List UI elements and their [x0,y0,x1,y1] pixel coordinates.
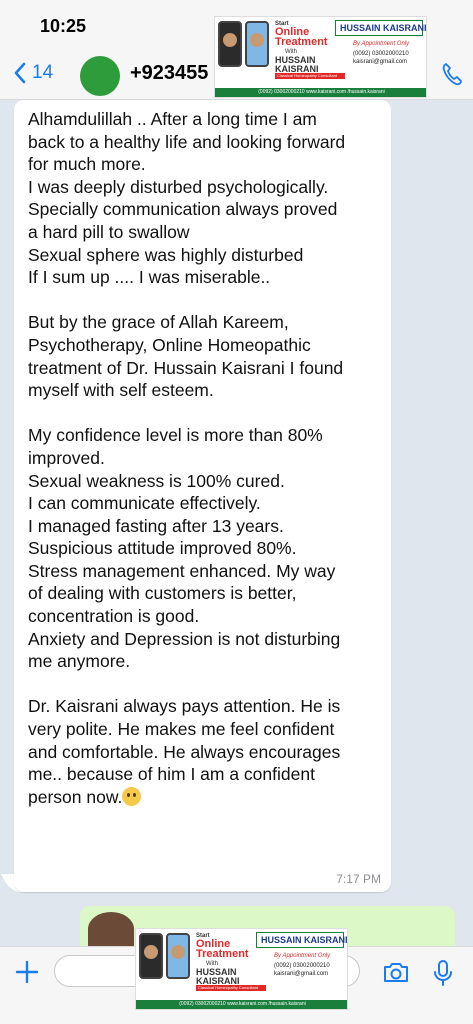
ad-email: kaisrani@gmail.com [353,59,408,65]
message-paragraph: Dr. Kaisrani always pays attention. He i… [28,695,388,808]
chevron-left-icon [14,62,26,84]
ad-online-treatment: Online Treatment [275,26,328,48]
message-line: improved. [28,447,105,468]
message-line: of dealing with customers is better, [28,583,297,604]
smiley-emoji-icon [122,786,142,806]
message-line: a hard pill to swallow [28,221,190,242]
message-line: I managed fasting after 13 years. [28,515,284,536]
ad-phone: (0092) 03002000210 [274,963,330,969]
message-paragraph: But by the grace of Allah Kareem, Psychot… [28,311,388,401]
message-line: myself with self esteem. [28,380,214,401]
camera-icon[interactable] [382,961,410,988]
ad-brand-box: HUSSAIN KAISRANI [256,932,347,948]
ad-online-treatment: Online Treatment [196,938,249,960]
ad-brand: HUSSAIN KAISRANI [340,23,427,33]
message-line: My confidence level is more than 80% [28,425,323,446]
image-thumbnail[interactable] [88,912,134,946]
message-line: treatment of Dr. Hussain Kaisrani I foun… [28,357,344,378]
status-time: 10:25 [40,16,87,36]
phone-image [139,933,163,979]
ad-banner-top: Start Online Treatment With HUSSAIN KAIS… [214,16,427,98]
message-line: concentration is good. [28,606,200,627]
message-line: me.. because of him I am a confident [28,764,315,785]
message-line: Specially communication always proved [28,199,338,220]
message-line: Anxiety and Depression is not disturbing [28,628,341,649]
message-line: person now. [28,786,388,809]
message-line: Sexual sphere was highly disturbed [28,244,304,265]
message-line: I can communicate effectively. [28,493,261,514]
unread-count: 14 [32,62,54,83]
message-line: Stress management enhanced. My way [28,560,336,581]
message-line: But by the grace of Allah Kareem, [28,312,289,333]
ad-classical: Classical Homeopathy Consultant [275,73,345,79]
message-paragraph: My confidence level is more than 80% impr… [28,424,388,673]
ad-email: kaisrani@gmail.com [274,971,329,977]
phone-image [218,21,242,67]
message-line: Suspicious attitude improved 80%. [28,538,297,559]
message-time: 7:17 PM [336,872,381,886]
plus-icon[interactable] [14,959,40,990]
message-line: me anymore. [28,651,131,672]
ad-brand-box: HUSSAIN KAISRANI [335,20,426,36]
message-line: and comfortable. He always encourages [28,741,341,762]
ad-brand: HUSSAIN KAISRANI [261,935,348,945]
message-text: Alhamdulillah .. After a long time I am b… [28,108,388,808]
message-line: Psychotherapy, Online Homeopathic [28,334,311,355]
incoming-message[interactable]: Alhamdulillah .. After a long time I am b… [14,100,391,892]
ad-banner-bottom: Start Online Treatment With HUSSAIN KAIS… [135,928,348,1010]
message-line: back to a healthy life and looking forwa… [28,131,346,152]
message-line: for much more. [28,154,146,175]
ad-phone: (0092) 03002000210 [353,51,409,57]
phone-image [166,933,190,979]
ad-appointment: By Appointment Only [274,953,331,959]
message-line: very polite. He makes me feel confident [28,719,335,740]
message-line: If I sum up .... I was miserable.. [28,267,271,288]
ad-footer: (0092) 03002000210 www.kaisrani.com /hus… [136,1000,347,1009]
phone-icon[interactable] [441,62,463,91]
microphone-icon[interactable] [432,959,454,992]
back-button[interactable]: 14 [14,62,53,84]
contact-avatar[interactable] [80,56,120,96]
message-paragraph: Alhamdulillah .. After a long time I am b… [28,108,388,289]
message-line: Alhamdulillah .. After a long time I am [28,109,317,129]
message-line: Dr. Kaisrani always pays attention. He i… [28,696,341,717]
contact-name[interactable]: +923455 [130,62,220,85]
phone-image [245,21,269,67]
ad-classical: Classical Homeopathy Consultant [196,985,266,991]
message-line: I was deeply disturbed psychologically. [28,176,329,197]
ad-footer: (0092) 03002000210 www.kaisrani.com /hus… [215,88,426,97]
ad-appointment: By Appointment Only [353,41,410,47]
message-line: Sexual weakness is 100% cured. [28,470,285,491]
